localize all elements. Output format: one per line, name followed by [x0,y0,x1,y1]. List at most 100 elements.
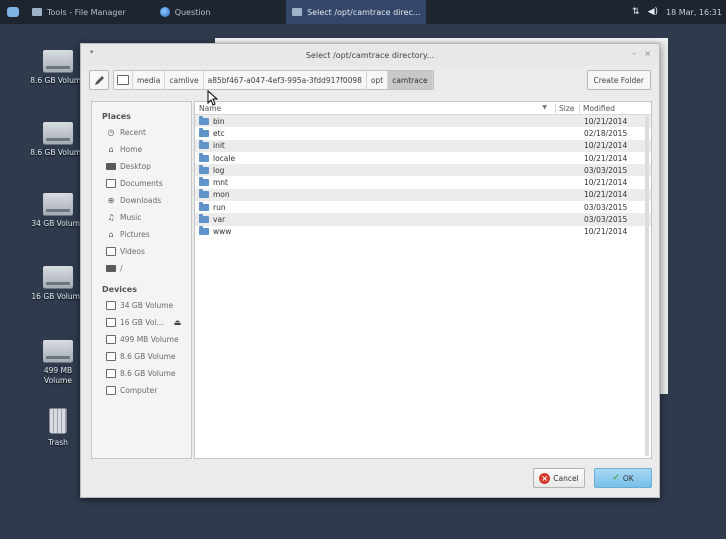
file-modified: 02/18/2015 [584,128,628,138]
ok-button[interactable]: ✓ OK [594,468,652,488]
sort-arrow-icon: ▼ [542,103,547,111]
cancel-button[interactable]: × Cancel [533,468,585,488]
network-icon[interactable]: ⇅ [632,7,640,17]
panel-tray: ⇅ ◀) 18 Mar, 16:31 [632,7,726,17]
dialog-titlebar[interactable]: • Select /opt/camtrace directory... – × [81,44,659,66]
volume-icon[interactable]: ◀) [648,7,658,17]
sidebar-item-device[interactable]: 16 GB Vol... ⏏ [92,314,191,331]
file-modified: 03/03/2015 [584,215,628,225]
file-name: var [213,215,226,225]
home-icon: ⌂ [108,145,114,154]
edit-path-button[interactable] [89,70,109,90]
sidebar-item-documents[interactable]: Documents [92,175,191,192]
drive-icon [43,50,73,72]
folder-icon [199,115,209,125]
window-menu-icon[interactable]: • [89,48,94,58]
sidebar-item-label: / [120,264,123,273]
sidebar-item-label: 34 GB Volume [120,301,174,310]
sidebar-item-downloads[interactable]: ⊕ Downloads [92,192,191,209]
file-name: bin [213,116,225,126]
xfce-logo-icon [7,7,19,17]
dialog-title: Select /opt/camtrace directory... [305,50,435,60]
file-name: mon [213,190,230,200]
table-row[interactable]: var 03/03/2015 [195,213,651,226]
breadcrumb-item[interactable]: a85bf467-a047-4ef3-995a-3fdd917f0098 [204,71,367,89]
file-modified: 03/03/2015 [584,202,628,212]
desktop-icon-label: 8.6 GB Volume [30,76,86,85]
vertical-scrollbar[interactable] [645,116,649,456]
app-menu-button[interactable] [0,0,26,24]
sidebar-item-label: Videos [120,247,145,256]
create-folder-button[interactable]: Create Folder [586,70,651,90]
sidebar-item-pictures[interactable]: ⌂ Pictures [92,226,191,243]
breadcrumb-disk[interactable] [114,71,133,89]
cancel-icon: × [539,472,551,484]
drive-icon [106,318,116,327]
taskbar-item-question[interactable]: Question [154,0,217,24]
table-row[interactable]: mnt 10/21/2014 [195,176,651,188]
taskbar-item-file-manager[interactable]: Tools - File Manager [26,0,132,24]
eject-icon[interactable]: ⏏ [174,318,182,327]
table-row[interactable]: log 03/03/2015 [195,164,651,177]
table-row[interactable]: locale 10/21/2014 [195,152,651,164]
sidebar-item-label: Desktop [120,162,151,171]
taskbar-label: Question [174,7,211,17]
sidebar-item-label: 8.6 GB Volume [120,352,176,361]
taskbar-item-select-dialog[interactable]: Select /opt/camtrace direc... [286,0,427,24]
table-row[interactable]: www 10/21/2014 [195,226,651,238]
clock[interactable]: 18 Mar, 16:31 [666,8,722,17]
top-panel: Tools - File Manager Question Select /op… [0,0,726,24]
minimize-icon[interactable]: – [632,49,636,58]
table-row[interactable]: bin 10/21/2014 [195,115,651,128]
file-name: init [213,141,225,151]
file-name: etc [213,128,225,138]
pictures-icon: ⌂ [108,230,114,239]
sidebar-item-videos[interactable]: Videos [92,243,191,260]
column-header-name[interactable]: Name ▼ [195,104,555,113]
table-row[interactable]: mon 10/21/2014 [195,188,651,202]
folder-icon [292,8,303,16]
file-name: www [213,227,232,237]
table-row[interactable]: init 10/21/2014 [195,139,651,152]
sidebar-item-device[interactable]: 8.6 GB Volume [92,365,191,382]
table-row[interactable]: etc 02/18/2015 [195,127,651,139]
sidebar-item-desktop[interactable]: Desktop [92,158,191,175]
devices-header: Devices [102,284,137,294]
sidebar-item-device[interactable]: 34 GB Volume [92,297,191,314]
desktop-icon-label: 8.6 GB Volume [30,148,86,157]
breadcrumb-item[interactable]: opt [367,71,389,89]
breadcrumb-item[interactable]: camlive [165,71,204,89]
sidebar-item-label: Music [120,213,142,222]
table-row[interactable]: run 03/03/2015 [195,201,651,213]
select-directory-dialog: • Select /opt/camtrace directory... – × … [80,43,660,498]
column-header-size[interactable]: Size [555,103,579,113]
sidebar-item-label: 499 MB Volume [120,335,179,344]
file-list-header: Name ▼ Size Modified [195,102,651,115]
column-header-modified[interactable]: Modified [579,103,651,113]
checkmark-icon: ✓ [612,473,620,483]
folder-icon [199,140,209,150]
sidebar-item-device[interactable]: 8.6 GB Volume [92,348,191,365]
sidebar-item-recent[interactable]: ◷ Recent [92,124,191,141]
drive-icon [106,352,116,361]
sidebar-item-label: Recent [120,128,146,137]
sidebar-item-device[interactable]: 499 MB Volume [92,331,191,348]
sidebar-item-computer[interactable]: Computer [92,382,191,399]
breadcrumb-item[interactable]: media [133,71,166,89]
close-icon[interactable]: × [644,49,651,58]
folder-icon [199,152,209,162]
file-modified: 10/21/2014 [584,190,628,200]
window-controls: – × [632,49,651,58]
root-folder-icon [106,265,116,272]
file-name: run [213,202,226,212]
sidebar-item-home[interactable]: ⌂ Home [92,141,191,158]
sidebar-item-label: 16 GB Vol... [120,318,164,327]
desktop-icon [106,163,116,170]
taskbar-label: Tools - File Manager [47,7,126,17]
sidebar-item-label: Home [120,145,143,154]
sidebar-item-root[interactable]: / [92,260,191,277]
breadcrumb-item-current[interactable]: camtrace [388,71,433,89]
places-header: Places [102,111,131,121]
sidebar-item-music[interactable]: ♫ Music [92,209,191,226]
drive-icon [43,340,73,362]
